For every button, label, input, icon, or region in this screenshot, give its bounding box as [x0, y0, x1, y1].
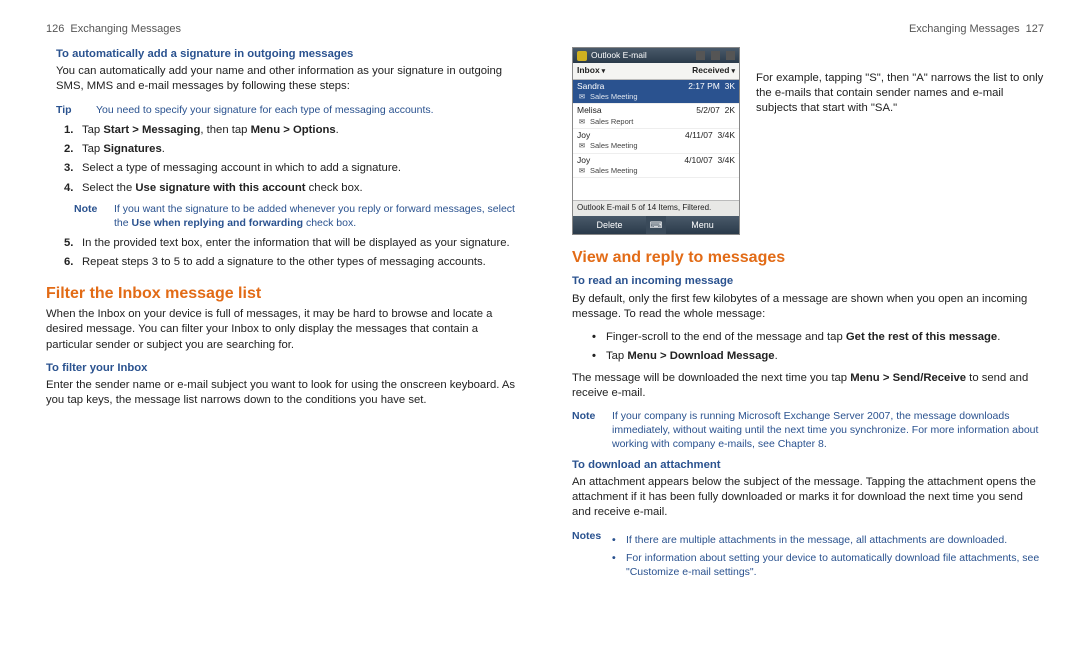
heading-view-reply: View and reply to messages — [572, 247, 1044, 269]
softkey-right: Menu — [666, 216, 739, 234]
paragraph: You can automatically add your name and … — [56, 64, 518, 95]
page-number: 127 — [1026, 22, 1044, 37]
step-item: 3. Select a type of messaging account in… — [64, 161, 518, 176]
ss-title: Outlook E-mail — [591, 50, 647, 61]
step-item: 4. Select the Use signature with this ac… — [64, 181, 518, 196]
ss-row: Melisa5/2/07 2K ✉Sales Report — [573, 104, 739, 129]
chevron-down-icon: ▾ — [602, 68, 606, 75]
envelope-icon: ✉ — [577, 117, 587, 127]
step-item: 5. In the provided text box, enter the i… — [64, 236, 518, 251]
heading-filter: Filter the Inbox message list — [46, 283, 518, 305]
notes-item: •If there are multiple attachments in th… — [612, 533, 1044, 547]
bullet-icon: • — [612, 533, 626, 547]
page-header-left: 126 Exchanging Messages — [46, 22, 518, 37]
note-label: Note — [572, 409, 612, 452]
bullet-icon: • — [592, 330, 606, 345]
bullet-icon: • — [592, 349, 606, 364]
step-item: 2. Tap Signatures. — [64, 142, 518, 157]
running-head: Exchanging Messages — [909, 22, 1020, 37]
note-text: If your company is running Microsoft Exc… — [612, 409, 1044, 452]
subhead-attachment: To download an attachment — [572, 458, 1044, 473]
tip-block: Tip You need to specify your signature f… — [56, 103, 518, 117]
step-item: 6. Repeat steps 3 to 5 to add a signatur… — [64, 255, 518, 270]
subhead-filter: To filter your Inbox — [46, 361, 518, 376]
page-header-right: Exchanging Messages 127 — [572, 22, 1044, 37]
paragraph: Enter the sender name or e-mail subject … — [46, 378, 518, 409]
notes-label: Notes — [572, 529, 612, 590]
paragraph: When the Inbox on your device is full of… — [46, 307, 518, 353]
subhead-read: To read an incoming message — [572, 274, 1044, 289]
envelope-icon: ✉ — [577, 166, 587, 176]
figure-caption: For example, tapping "S", then "A" narro… — [756, 71, 1044, 117]
ss-titlebar: Outlook E-mail — [573, 48, 739, 63]
ss-softkeys: Delete ⌨ Menu — [573, 216, 739, 234]
tip-label: Tip — [56, 103, 96, 117]
page-number: 126 — [46, 22, 64, 37]
envelope-icon: ✉ — [577, 92, 587, 102]
sip-icon: ⌨ — [646, 216, 666, 234]
notes-block: Notes •If there are multiple attachments… — [572, 529, 1044, 590]
paragraph: An attachment appears below the subject … — [572, 475, 1044, 521]
note-block: Note If your company is running Microsof… — [572, 409, 1044, 452]
subhead-signature: To automatically add a signature in outg… — [56, 47, 518, 62]
paragraph: The message will be downloaded the next … — [572, 371, 1044, 402]
note-text: If you want the signature to be added wh… — [114, 202, 518, 230]
volume-icon — [711, 51, 720, 60]
step-item: 1. Tap Start > Messaging, then tap Menu … — [64, 123, 518, 138]
note-block: Note If you want the signature to be add… — [74, 202, 518, 230]
envelope-icon: ✉ — [577, 141, 587, 151]
ss-status-bar: Outlook E-mail 5 of 14 Items, Filtered. — [573, 200, 739, 216]
figure-row: Outlook E-mail Inbox▾ Received▾ Sandra2:… — [572, 47, 1044, 235]
bullet-icon: • — [612, 551, 626, 579]
steps-list-continued: 5. In the provided text box, enter the i… — [64, 236, 518, 271]
signal-icon — [696, 51, 705, 60]
chevron-down-icon: ▾ — [731, 68, 735, 75]
softkey-left: Delete — [573, 216, 646, 234]
ss-row: Sandra2:17 PM 3K ✉Sales Meeting — [573, 80, 739, 105]
bullet-item: • Finger-scroll to the end of the messag… — [592, 330, 1044, 345]
ss-message-list: Sandra2:17 PM 3K ✉Sales Meeting Melisa5/… — [573, 80, 739, 200]
page-127: Exchanging Messages 127 Outlook E-mail I… — [572, 22, 1044, 641]
ss-column-header: Inbox▾ Received▾ — [573, 63, 739, 79]
device-screenshot: Outlook E-mail Inbox▾ Received▾ Sandra2:… — [572, 47, 740, 235]
ss-row: Joy4/10/07 3/4K ✉Sales Meeting — [573, 154, 739, 179]
bullet-item: • Tap Menu > Download Message. — [592, 349, 1044, 364]
bullet-list: • Finger-scroll to the end of the messag… — [592, 330, 1044, 365]
ss-row: Joy4/11/07 3/4K ✉Sales Meeting — [573, 129, 739, 154]
tip-text: You need to specify your signature for e… — [96, 103, 518, 117]
paragraph: By default, only the first few kilobytes… — [572, 292, 1044, 323]
outlook-icon — [577, 51, 587, 61]
note-label: Note — [74, 202, 114, 230]
page-126: 126 Exchanging Messages To automatically… — [46, 22, 518, 641]
running-head: Exchanging Messages — [70, 22, 181, 37]
close-icon — [726, 51, 735, 60]
steps-list: 1. Tap Start > Messaging, then tap Menu … — [64, 123, 518, 196]
notes-item: •For information about setting your devi… — [612, 551, 1044, 579]
